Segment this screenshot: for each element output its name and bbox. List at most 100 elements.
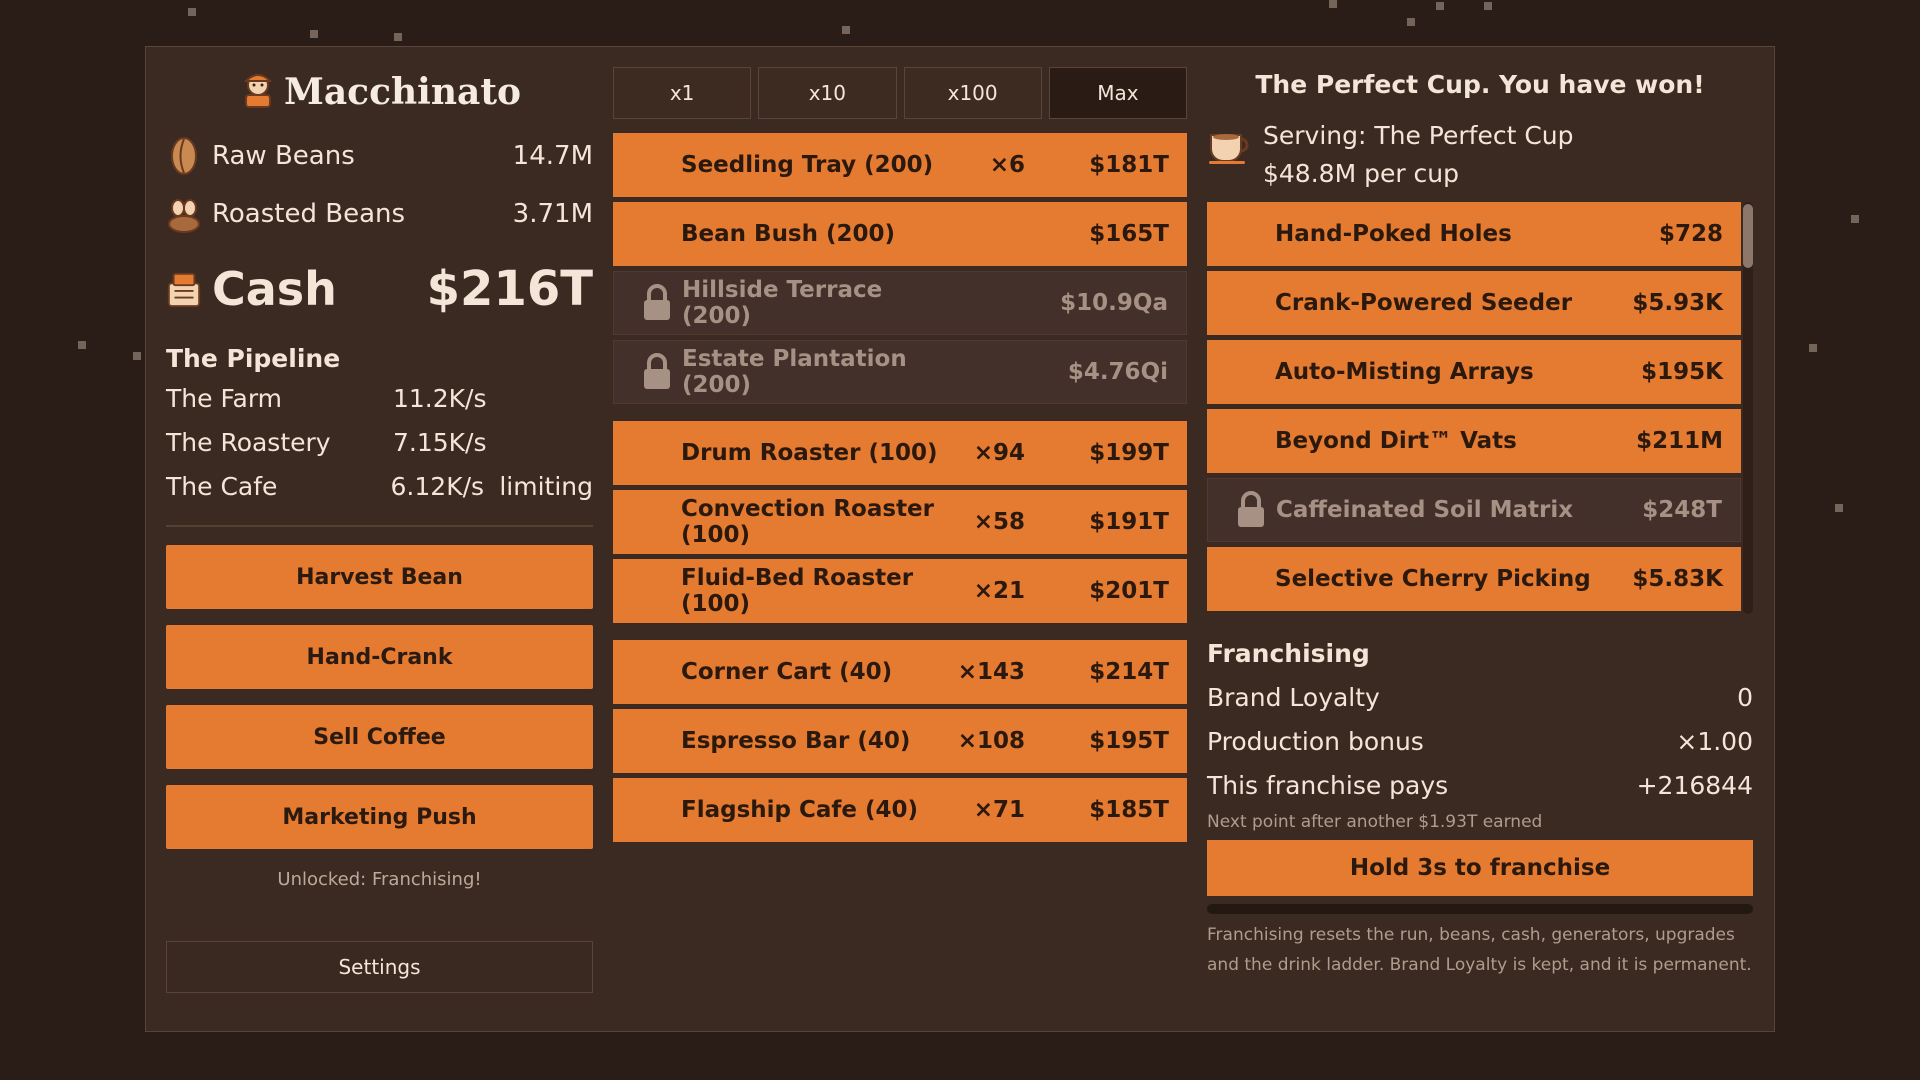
upgrade-name: Selective Cherry Picking: [1275, 566, 1591, 592]
upgrade-cost: $248T: [1642, 497, 1722, 523]
hand-crank-button[interactable]: Hand-Crank: [166, 625, 593, 689]
upgrade-cost: $5.93K: [1632, 290, 1723, 316]
pipeline-row: The Farm 11.2K/s: [166, 377, 593, 421]
cash-register-icon: [166, 269, 202, 309]
multiplier-max-button[interactable]: Max: [1048, 67, 1187, 119]
resource-roasted-beans: Roasted Beans 3.71M: [166, 185, 593, 243]
upgrades-column: The Perfect Cup. You have won! Serving: …: [1207, 67, 1753, 980]
franchise-stat-row: Production bonus ×1.00: [1207, 720, 1753, 764]
generator-cost: $4.76Qi: [1067, 359, 1168, 385]
pipeline-stage: The Roastery: [166, 428, 331, 457]
generator-cost: $199T: [1089, 440, 1169, 466]
upgrade-name: Hand-Poked Holes: [1275, 221, 1512, 247]
franchise-hold-progress: [1207, 904, 1753, 914]
generator-name: Estate Plantation (200): [682, 346, 907, 398]
pipeline-note: [503, 377, 593, 421]
stat-label: Production bonus: [1207, 727, 1424, 756]
game-panel: Macchinato Raw Beans 14.7M Roasted Beans…: [145, 46, 1775, 1032]
multiplier-x10-button[interactable]: x10: [758, 67, 897, 119]
generator-convection-roaster[interactable]: Convection Roaster (100) ×58 $191T: [613, 490, 1187, 554]
upgrade-name: Auto-Misting Arrays: [1275, 359, 1534, 385]
particle: [1851, 215, 1859, 223]
generator-owned: ×143: [957, 659, 1025, 685]
serving-panel: Serving: The Perfect Cup $48.8M per cup: [1207, 117, 1753, 197]
generator-corner-cart[interactable]: Corner Cart (40) ×143 $214T: [613, 640, 1187, 704]
generator-owned: ×21: [973, 578, 1025, 604]
generator-hillside-terrace[interactable]: Hillside Terrace (200) $10.9Qa: [613, 271, 1187, 335]
generator-drum-roaster[interactable]: Drum Roaster (100) ×94 $199T: [613, 421, 1187, 485]
generator-name: Espresso Bar (40): [681, 728, 911, 754]
title-text: Macchinato: [283, 71, 521, 113]
pipeline-stage: The Cafe: [166, 472, 278, 501]
particle: [1329, 0, 1337, 8]
coffee-bean-icon: [166, 136, 202, 176]
harvest-bean-button[interactable]: Harvest Bean: [166, 545, 593, 609]
multiplier-x1-button[interactable]: x1: [613, 67, 752, 119]
upgrade-selective-cherry-picking[interactable]: Selective Cherry Picking $5.83K: [1207, 547, 1741, 611]
particle: [1809, 344, 1817, 352]
pipeline-rate: 6.12K/s: [390, 472, 485, 501]
generator-cost: $214T: [1089, 659, 1169, 685]
pipeline-limiting-note: limiting: [499, 472, 593, 501]
divider: [166, 525, 593, 527]
settings-button[interactable]: Settings: [166, 941, 593, 993]
particle: [78, 341, 86, 349]
generators-column: x1 x10 x100 Max Seedling Tray (200) ×6 $…: [613, 67, 1187, 847]
generator-seedling-tray[interactable]: Seedling Tray (200) ×6 $181T: [613, 133, 1187, 197]
upgrade-auto-misting-arrays[interactable]: Auto-Misting Arrays $195K: [1207, 340, 1741, 404]
upgrade-beyond-dirt-vats[interactable]: Beyond Dirt™ Vats $211M: [1207, 409, 1741, 473]
generator-estate-plantation[interactable]: Estate Plantation (200) $4.76Qi: [613, 340, 1187, 404]
stat-value: 0: [1737, 683, 1753, 712]
upgrade-name: Caffeinated Soil Matrix: [1276, 497, 1574, 523]
generator-cost: $10.9Qa: [1060, 290, 1168, 316]
stat-value: ×1.00: [1676, 727, 1753, 756]
upgrade-crank-powered-seeder[interactable]: Crank-Powered Seeder $5.93K: [1207, 271, 1741, 335]
pipeline-heading: The Pipeline: [166, 344, 341, 373]
upgrade-name: Crank-Powered Seeder: [1275, 290, 1573, 316]
multiplier-x100-button[interactable]: x100: [903, 67, 1042, 119]
game-title: Macchinato: [166, 67, 593, 117]
generator-name: Bean Bush (200): [681, 221, 896, 247]
sell-coffee-button[interactable]: Sell Coffee: [166, 705, 593, 769]
generator-cost: $191T: [1089, 509, 1169, 535]
coffee-cup-icon: [1207, 125, 1255, 169]
buy-multiplier-tabs: x1 x10 x100 Max: [613, 67, 1187, 119]
generator-fluid-bed-roaster[interactable]: Fluid-Bed Roaster (100) ×21 $201T: [613, 559, 1187, 623]
franchise-hold-button[interactable]: Hold 3s to franchise: [1207, 840, 1753, 896]
upgrade-caffeinated-soil-matrix[interactable]: Caffeinated Soil Matrix $248T: [1207, 478, 1741, 542]
franchising-note: Franchising resets the run, beans, cash,…: [1207, 925, 1752, 975]
stat-value: +216844: [1636, 771, 1753, 800]
generator-bean-bush[interactable]: Bean Bush (200) $165T: [613, 202, 1187, 266]
upgrades-scrollbar[interactable]: [1743, 202, 1753, 614]
marketing-push-button[interactable]: Marketing Push: [166, 785, 593, 849]
upgrades-list: Hand-Poked Holes $728 Crank-Powered Seed…: [1207, 202, 1753, 622]
resource-label: Raw Beans: [212, 141, 355, 171]
generator-cost: $181T: [1089, 152, 1169, 178]
franchising-heading: Franchising: [1207, 639, 1370, 668]
particle: [188, 8, 196, 16]
generator-name: Convection Roaster (100): [681, 496, 934, 548]
generator-flagship-cafe[interactable]: Flagship Cafe (40) ×71 $185T: [613, 778, 1187, 842]
upgrade-cost: $5.83K: [1632, 566, 1723, 592]
generator-espresso-bar[interactable]: Espresso Bar (40) ×108 $195T: [613, 709, 1187, 773]
scrollbar-thumb[interactable]: [1743, 204, 1753, 268]
stat-label: This franchise pays: [1207, 771, 1449, 800]
generator-cost: $195T: [1089, 728, 1169, 754]
resources-column: Macchinato Raw Beans 14.7M Roasted Beans…: [166, 67, 593, 1013]
particle: [310, 30, 318, 38]
win-message: The Perfect Cup. You have won!: [1255, 70, 1705, 99]
upgrade-cost: $728: [1658, 221, 1723, 247]
generator-owned: ×94: [973, 440, 1025, 466]
barista-mascot-icon: [238, 69, 278, 122]
upgrade-hand-poked-holes[interactable]: Hand-Poked Holes $728: [1207, 202, 1741, 266]
roasted-beans-icon: [166, 194, 202, 234]
pipeline-note: [503, 421, 593, 465]
pipeline-stage: The Farm: [166, 384, 283, 413]
resource-raw-beans: Raw Beans 14.7M: [166, 127, 593, 185]
stat-label: Brand Loyalty: [1207, 683, 1380, 712]
generator-name: Corner Cart (40): [681, 659, 893, 685]
upgrade-cost: $195K: [1641, 359, 1723, 385]
generator-name: Fluid-Bed Roaster (100): [681, 565, 914, 617]
cash-label: Cash: [212, 262, 337, 316]
franchise-stat-row: Brand Loyalty 0: [1207, 676, 1753, 720]
